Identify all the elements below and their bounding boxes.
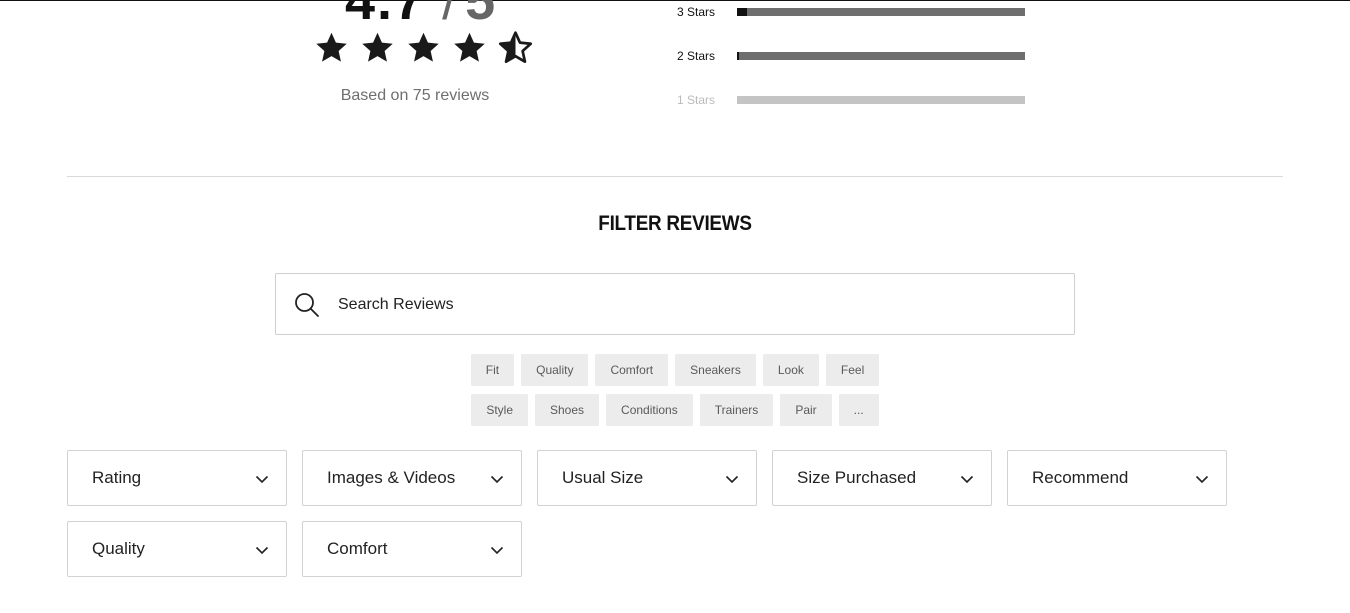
usual-size-dropdown[interactable]: Usual Size — [537, 450, 757, 506]
topic-chips-row-2: Style Shoes Conditions Trainers Pair ... — [0, 394, 1350, 426]
chevron-down-icon — [255, 546, 269, 555]
chevron-down-icon — [490, 475, 504, 484]
star-full-icon — [316, 32, 347, 62]
star-full-icon — [408, 32, 439, 62]
rating-bar-label: 3 Stars — [676, 5, 715, 19]
average-rating: 4.7 /5 — [345, 0, 497, 28]
dropdown-label: Size Purchased — [797, 468, 917, 487]
dropdown-label: Comfort — [327, 539, 388, 558]
chip-quality[interactable]: Quality — [521, 354, 589, 386]
star-rating — [313, 30, 534, 66]
chevron-down-icon — [725, 475, 739, 484]
rating-bar-fill — [737, 8, 748, 16]
rating-dropdown[interactable]: Rating — [67, 450, 287, 506]
star-full-icon — [454, 32, 485, 62]
rating-bar-track — [737, 52, 1025, 60]
chip-conditions[interactable]: Conditions — [606, 394, 693, 426]
star-half-icon — [498, 31, 533, 64]
dropdown-label: Images & Videos — [327, 468, 456, 487]
rating-bar-track — [737, 8, 1025, 16]
recommend-dropdown[interactable]: Recommend — [1007, 450, 1227, 506]
chevron-down-icon — [490, 546, 504, 555]
filter-reviews-heading: FILTER REVIEWS — [598, 212, 752, 235]
chevron-down-icon — [960, 475, 974, 484]
chip-style[interactable]: Style — [471, 394, 528, 426]
chip-look[interactable]: Look — [762, 354, 819, 386]
quality-dropdown[interactable]: Quality — [67, 521, 287, 577]
chevron-down-icon — [1195, 475, 1209, 484]
chip-sneakers[interactable]: Sneakers — [675, 354, 756, 386]
chip-comfort[interactable]: Comfort — [595, 354, 669, 386]
chip-shoes[interactable]: Shoes — [535, 394, 600, 426]
chip-trainers[interactable]: Trainers — [699, 394, 774, 426]
star-full-icon — [362, 32, 393, 62]
average-value: 4.7 — [345, 0, 427, 31]
rating-bar-label: 1 Stars — [676, 93, 715, 107]
search-reviews-box[interactable] — [275, 273, 1075, 335]
dropdown-label: Rating — [92, 468, 142, 487]
rating-bar-fill — [737, 52, 740, 60]
section-divider — [67, 176, 1283, 177]
rating-bar-3-stars[interactable]: 3 Stars — [660, 4, 1040, 20]
rating-bar-track — [737, 96, 1025, 104]
rating-bar-2-stars[interactable]: 2 Stars — [660, 48, 1040, 64]
chevron-down-icon — [255, 475, 269, 484]
rating-bar-label: 2 Stars — [676, 49, 715, 63]
chip-feel[interactable]: Feel — [825, 354, 880, 386]
topic-chips-row-1: Fit Quality Comfort Sneakers Look Feel — [0, 354, 1350, 386]
comfort-dropdown[interactable]: Comfort — [302, 521, 522, 577]
search-icon — [295, 293, 319, 317]
chip-pair[interactable]: Pair — [780, 394, 832, 426]
search-reviews-input[interactable] — [338, 286, 1038, 324]
top-border — [0, 0, 1350, 1]
dropdown-label: Quality — [92, 539, 145, 558]
chip-fit[interactable]: Fit — [470, 354, 515, 386]
rating-bar-1-stars: 1 Stars — [660, 92, 1040, 108]
size-purchased-dropdown[interactable]: Size Purchased — [772, 450, 992, 506]
rating-separator: / — [442, 0, 460, 31]
images-videos-dropdown[interactable]: Images & Videos — [302, 450, 522, 506]
rating-max: 5 — [465, 0, 498, 31]
dropdown-label: Usual Size — [562, 468, 644, 487]
more-chips-button[interactable]: ... — [838, 394, 879, 426]
dropdown-label: Recommend — [1032, 468, 1129, 487]
